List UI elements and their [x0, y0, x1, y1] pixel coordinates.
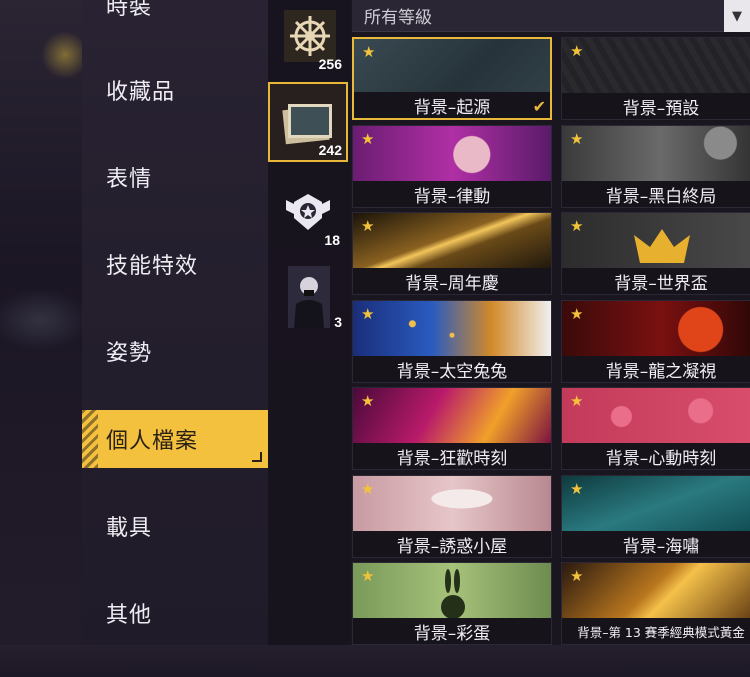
rabbit-silhouette-icon	[441, 569, 465, 619]
tile-label: 背景–起源	[354, 92, 550, 118]
bottom-frame	[0, 645, 750, 677]
star-icon: ★	[361, 480, 375, 498]
menu-item-label: 姿勢	[106, 341, 153, 366]
tile-art	[562, 213, 750, 270]
star-icon: ★	[570, 305, 584, 323]
menu-item-profile[interactable]: 個人檔案	[82, 410, 268, 468]
item-tile[interactable]: ★ 背景–海嘯	[561, 475, 750, 558]
item-tile[interactable]: ★ 背景–第 13 賽季經典模式黃金	[561, 562, 750, 645]
menu-item-vehicles[interactable]: 載具	[82, 497, 268, 555]
tile-art	[353, 213, 551, 270]
item-count: 3	[334, 314, 342, 330]
tile-art	[562, 38, 750, 95]
tile-label: 背景–律動	[353, 181, 551, 207]
tile-label: 背景–周年慶	[353, 268, 551, 294]
ship-wheel-icon	[284, 10, 336, 62]
chevron-down-icon[interactable]: ▼	[724, 0, 750, 32]
tile-label: 背景–海嘯	[562, 531, 750, 557]
subcategory-ship-wheel[interactable]: 256	[284, 10, 342, 72]
tile-label: 背景–彩蛋	[353, 618, 551, 644]
item-count: 256	[318, 56, 342, 72]
star-icon: ★	[570, 130, 584, 148]
menu-item-outfit[interactable]: 時裝	[82, 0, 268, 34]
star-icon: ★	[570, 392, 584, 410]
rank-badge-icon	[286, 194, 330, 230]
item-tile[interactable]: ★ 背景–周年慶	[352, 212, 552, 295]
item-tile[interactable]: ★ 背景–狂歡時刻	[352, 387, 552, 470]
item-tile[interactable]: ★ 背景–誘惑小屋	[352, 475, 552, 558]
tile-art	[353, 126, 551, 183]
tile-label: 背景–心動時刻	[562, 443, 750, 469]
tile-art	[562, 301, 750, 358]
star-icon: ★	[361, 392, 375, 410]
subcategory-avatar[interactable]: 3	[288, 266, 342, 330]
tile-label: 背景–狂歡時刻	[353, 443, 551, 469]
subcategory-background-cards[interactable]: 242	[268, 82, 348, 162]
tile-art	[353, 476, 551, 533]
menu-item-skill-effects[interactable]: 技能特效	[82, 235, 268, 293]
tile-label: 背景–太空兔兔	[353, 356, 551, 382]
star-icon: ★	[570, 480, 584, 498]
tile-art	[353, 301, 551, 358]
item-tile[interactable]: ★ 背景–心動時刻	[561, 387, 750, 470]
tile-art	[562, 126, 750, 183]
star-icon: ★	[570, 217, 584, 235]
tile-label: 背景–預設	[562, 93, 750, 119]
star-icon: ★	[570, 42, 584, 60]
tile-art	[562, 563, 750, 620]
menu-item-label: 載具	[106, 516, 153, 541]
star-icon: ★	[361, 217, 375, 235]
tile-label: 背景–黑白終局	[562, 181, 750, 207]
star-icon: ★	[362, 43, 376, 61]
item-tile[interactable]: ★ 背景–黑白終局	[561, 125, 750, 208]
item-tile[interactable]: ★ 背景–龍之凝視	[561, 300, 750, 383]
tile-art	[562, 476, 750, 533]
menu-item-label: 表情	[106, 167, 153, 192]
crown-icon	[634, 229, 690, 263]
item-count: 242	[318, 142, 342, 158]
item-tile[interactable]: ★ 背景–預設	[561, 37, 750, 120]
star-icon: ★	[361, 305, 375, 323]
star-icon: ★	[361, 567, 375, 585]
subcategory-rank-badge[interactable]: 18	[282, 186, 340, 248]
item-tile[interactable]: ★ 背景–起源 ✔	[352, 37, 552, 120]
star-icon: ★	[361, 130, 375, 148]
menu-item-collectibles[interactable]: 收藏品	[82, 61, 268, 119]
tile-label: 背景–龍之凝視	[562, 356, 750, 382]
item-tile[interactable]: ★ 背景–彩蛋	[352, 562, 552, 645]
menu-item-label: 時裝	[106, 0, 153, 20]
menu-item-label: 其他	[106, 603, 153, 628]
item-tile[interactable]: ★ 背景–世界盃	[561, 212, 750, 295]
star-icon: ★	[570, 567, 584, 585]
grade-filter-dropdown[interactable]: 所有等級 ▼	[352, 0, 750, 32]
item-tile[interactable]: ★ 背景–律動	[352, 125, 552, 208]
checkmark-icon: ✔	[532, 97, 546, 116]
item-count: 18	[324, 232, 340, 248]
menu-item-label: 收藏品	[106, 80, 176, 105]
tile-art	[354, 39, 550, 96]
tile-label: 背景–誘惑小屋	[353, 531, 551, 557]
tile-art	[353, 388, 551, 445]
tile-art	[562, 388, 750, 445]
avatar-portrait-icon	[288, 266, 330, 328]
filter-label: 所有等級	[364, 8, 432, 28]
menu-item-other[interactable]: 其他	[82, 584, 268, 642]
menu-item-label: 個人檔案	[106, 429, 199, 454]
menu-item-label: 技能特效	[106, 254, 199, 279]
tile-label: 背景–第 13 賽季經典模式黃金	[562, 618, 750, 644]
tile-label: 背景–世界盃	[562, 268, 750, 294]
item-tile[interactable]: ★ 背景–太空兔兔	[352, 300, 552, 383]
menu-item-emotes[interactable]: 表情	[82, 148, 268, 206]
menu-item-poses[interactable]: 姿勢	[82, 322, 268, 380]
tile-art	[353, 563, 551, 620]
